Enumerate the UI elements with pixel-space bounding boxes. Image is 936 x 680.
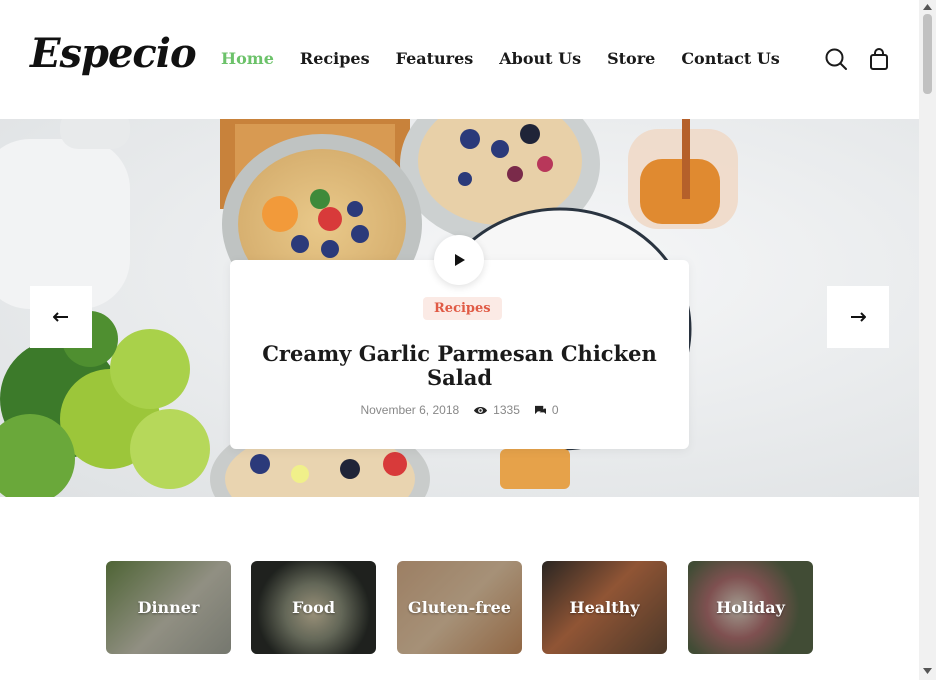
- arrow-left-icon: [53, 312, 68, 322]
- search-icon[interactable]: [824, 47, 848, 71]
- post-title[interactable]: Creamy Garlic Parmesan Chicken Salad: [250, 342, 669, 390]
- nav-item-contact-us[interactable]: Contact Us: [681, 49, 779, 68]
- post-meta: November 6, 2018 1335 0: [230, 403, 689, 417]
- comments-icon: [534, 405, 546, 414]
- category-label: Food: [291, 598, 335, 617]
- category-tile-healthy[interactable]: Healthy: [542, 561, 667, 654]
- comments-value: 0: [551, 403, 559, 417]
- arrow-right-icon: [851, 312, 866, 322]
- category-tile-gluten-free[interactable]: Gluten-free: [397, 561, 522, 654]
- play-video-button[interactable]: [434, 235, 484, 285]
- category-tile-food[interactable]: Food: [251, 561, 376, 654]
- nav-item-features[interactable]: Features: [396, 49, 474, 68]
- scroll-up-icon[interactable]: [923, 4, 932, 10]
- comments-count[interactable]: 0: [534, 403, 559, 417]
- featured-post-card: Recipes Creamy Garlic Parmesan Chicken S…: [230, 260, 689, 449]
- views-value: 1335: [493, 403, 520, 417]
- hero-slider: Recipes Creamy Garlic Parmesan Chicken S…: [0, 119, 919, 497]
- category-tile-dinner[interactable]: Dinner: [106, 561, 231, 654]
- eye-icon: [474, 406, 488, 414]
- slider-prev-button[interactable]: [30, 286, 92, 348]
- slider-next-button[interactable]: [827, 286, 889, 348]
- shopping-bag-icon[interactable]: [867, 47, 891, 71]
- views-count: 1335: [473, 403, 520, 417]
- page-scrollbar[interactable]: [919, 0, 936, 680]
- scrollbar-thumb[interactable]: [923, 14, 932, 94]
- nav-item-home[interactable]: Home: [221, 49, 274, 68]
- category-label: Holiday: [716, 598, 785, 617]
- category-tile-holiday[interactable]: Holiday: [688, 561, 813, 654]
- scroll-down-icon[interactable]: [923, 668, 932, 674]
- nav-item-about-us[interactable]: About Us: [499, 49, 581, 68]
- category-label: Healthy: [569, 598, 640, 617]
- main-nav: Home Recipes Features About Us Store Con…: [221, 49, 806, 68]
- category-badge[interactable]: Recipes: [423, 297, 502, 320]
- nav-item-recipes[interactable]: Recipes: [300, 49, 370, 68]
- category-label: Dinner: [137, 598, 200, 617]
- post-date: November 6, 2018: [360, 403, 460, 417]
- category-label: Gluten-free: [408, 598, 511, 617]
- nav-item-store[interactable]: Store: [607, 49, 655, 68]
- site-logo[interactable]: Especio: [30, 30, 197, 77]
- play-icon: [455, 254, 465, 266]
- site-header: Especio Home Recipes Features About Us S…: [0, 0, 919, 119]
